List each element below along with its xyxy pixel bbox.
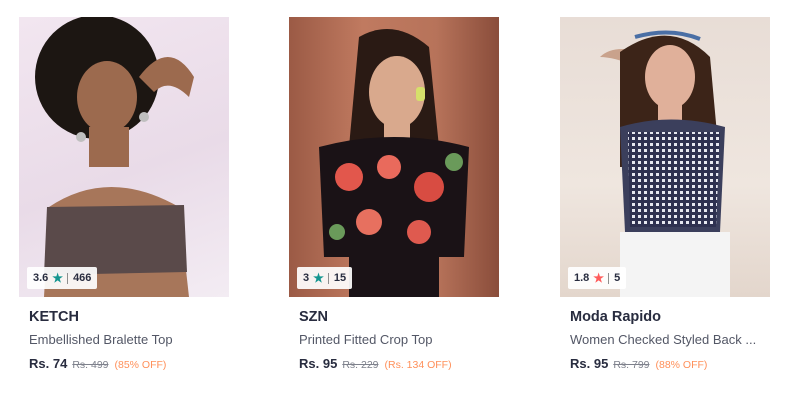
rating-count: 466	[73, 272, 92, 284]
product-image[interactable]: 3.6 ★ 466	[19, 17, 229, 297]
rating-count: 5	[614, 272, 621, 284]
product-brand[interactable]: Moda Rapido	[570, 308, 770, 326]
product-name[interactable]: Women Checked Styled Back ...	[570, 331, 766, 348]
rating-badge: 3.6 ★ 466	[27, 267, 98, 289]
product-price-row: Rs. 95 Rs. 799 (88% OFF)	[570, 356, 770, 373]
product-name[interactable]: Printed Fitted Crop Top	[299, 331, 495, 348]
product-discount: (88% OFF)	[655, 359, 708, 371]
product-brand[interactable]: SZN	[299, 308, 499, 326]
star-icon: ★	[313, 271, 324, 285]
product-card[interactable]: 3.6 ★ 466 KETCH Embellished Bralette Top…	[19, 17, 229, 373]
rating-count: 15	[333, 272, 347, 284]
product-price: Rs. 74	[29, 356, 68, 371]
product-discount: (85% OFF)	[114, 359, 167, 371]
divider	[327, 272, 329, 284]
product-image[interactable]: 1.8 ★ 5	[560, 17, 770, 297]
product-discount: (Rs. 134 OFF)	[384, 359, 452, 371]
product-price-row: Rs. 95 Rs. 229 (Rs. 134 OFF)	[299, 356, 499, 373]
star-icon: ★	[593, 271, 605, 285]
product-image[interactable]: 3 ★ 15	[289, 17, 499, 297]
star-icon: ★	[52, 271, 64, 285]
rating-value: 3	[303, 272, 310, 284]
product-name[interactable]: Embellished Bralette Top	[29, 331, 225, 348]
rating-badge: 3 ★ 15	[297, 267, 353, 289]
product-price-row: Rs. 74 Rs. 499 (85% OFF)	[29, 356, 229, 373]
rating-value: 1.8	[574, 272, 590, 284]
divider	[608, 272, 610, 284]
product-mrp: Rs. 799	[613, 359, 650, 371]
product-mrp: Rs. 499	[72, 359, 109, 371]
rating-badge: 1.8 ★ 5	[568, 267, 627, 289]
product-price: Rs. 95	[299, 356, 338, 371]
product-price: Rs. 95	[570, 356, 609, 371]
product-card[interactable]: 3 ★ 15 SZN Printed Fitted Crop Top Rs. 9…	[289, 17, 499, 373]
divider	[67, 272, 69, 284]
rating-value: 3.6	[33, 272, 49, 284]
product-mrp: Rs. 229	[342, 359, 379, 371]
product-brand[interactable]: KETCH	[29, 308, 229, 326]
product-card[interactable]: 1.8 ★ 5 Moda Rapido Women Checked Styled…	[560, 17, 770, 373]
